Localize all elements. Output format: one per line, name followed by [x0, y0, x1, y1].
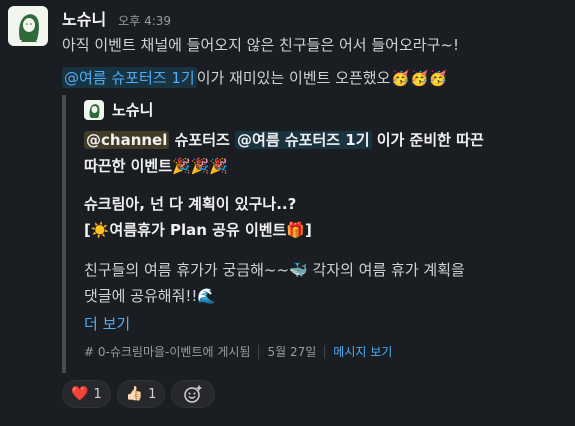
user-mention-quoted[interactable]: @여름 슈포터즈 1기	[235, 131, 372, 149]
reaction-thumbs-up[interactable]: 👍🏻 1	[116, 380, 166, 408]
divider	[324, 344, 326, 359]
quoted-sender-name[interactable]: 노슈니	[112, 99, 153, 120]
add-reaction-button[interactable]	[171, 380, 216, 408]
quoted-text: 슈포터즈	[169, 131, 236, 149]
reaction-count: 1	[93, 386, 102, 402]
quoted-line-4: [☀️여름휴가 Plan 공유 이벤트🎁]	[84, 219, 312, 241]
thumbs-up-emoji: 👍🏻	[125, 386, 144, 402]
message: 노슈니 오후 4:39 아직 이벤트 채널에 들어오지 않은 친구들은 어서 들…	[0, 0, 575, 426]
bracket-open: [	[84, 221, 91, 239]
timestamp[interactable]: 오후 4:39	[118, 12, 171, 29]
sender-name[interactable]: 노슈니	[62, 6, 106, 30]
view-message-link[interactable]: 메시지 보기	[333, 343, 392, 360]
message-text: 아직 이벤트 채널에 들어오지 않은 친구들은 어서 들어오라구~!	[62, 36, 459, 54]
sun-emoji: ☀️	[90, 221, 110, 239]
quoted-text: 따끈한 이벤트	[84, 157, 173, 175]
quoted-line-5: 친구들의 여름 휴가가 궁금해~~🐳 각자의 여름 휴가 계획을	[84, 259, 465, 281]
event-title: 여름휴가 Plan 공유 이벤트	[109, 221, 287, 239]
quoted-line-6: 댓글에 공유해줘!!🌊	[84, 285, 216, 307]
quoted-footer: # 0-슈크림마을-이벤트에 게시됨 5월 27일 메시지 보기	[84, 343, 392, 360]
quoted-text: 친구들의 여름 휴가가 궁금해~~	[84, 261, 290, 279]
quoted-date[interactable]: 5월 27일	[267, 343, 316, 360]
reaction-count: 1	[148, 386, 157, 402]
bracket-close: ]	[305, 221, 312, 239]
message-text-body: 이가 재미있는 이벤트 오픈했오	[196, 69, 391, 87]
quoted-line-3: 슈크림아, 넌 다 계획이 있구나..?	[84, 195, 297, 213]
posted-in-channel[interactable]: # 0-슈크림마을-이벤트에 게시됨	[84, 343, 250, 360]
party-face-emoji: 🥳🥳🥳	[391, 68, 448, 87]
heart-emoji: ❤️	[71, 386, 89, 402]
tada-emoji: 🎉🎉🎉	[172, 157, 229, 175]
wave-emoji: 🌊	[197, 287, 217, 305]
quoted-text: 각자의 여름 휴가 계획을	[307, 261, 465, 279]
quoted-line-2: 따끈한 이벤트🎉🎉🎉	[84, 155, 228, 177]
quoted-text: 이가 준비한 따끈	[371, 131, 484, 149]
gift-emoji: 🎁	[286, 221, 306, 239]
user-mention[interactable]: @여름 슈포터즈 1기	[62, 67, 197, 88]
avatar[interactable]	[8, 6, 48, 46]
channel-mention[interactable]: @channel	[84, 131, 170, 149]
quoted-text: 댓글에 공유해줘!!	[84, 287, 198, 305]
reactions-bar: ❤️ 1 👍🏻 1	[62, 380, 221, 408]
reaction-heart[interactable]: ❤️ 1	[62, 380, 111, 408]
quoted-avatar[interactable]	[84, 99, 104, 120]
message-text-2: @여름 슈포터즈 1기 이가 재미있는 이벤트 오픈했오 🥳🥳🥳	[62, 67, 447, 88]
quoted-message: 노슈니 @channel 슈포터즈 @여름 슈포터즈 1기 이가 준비한 따끈 …	[62, 95, 562, 373]
divider	[258, 344, 260, 359]
whale-emoji: 🐳	[289, 261, 308, 279]
quoted-line-1: @channel 슈포터즈 @여름 슈포터즈 1기 이가 준비한 따끈	[84, 129, 484, 151]
add-emoji-icon	[184, 385, 202, 403]
show-more-link[interactable]: 더 보기	[84, 313, 130, 335]
